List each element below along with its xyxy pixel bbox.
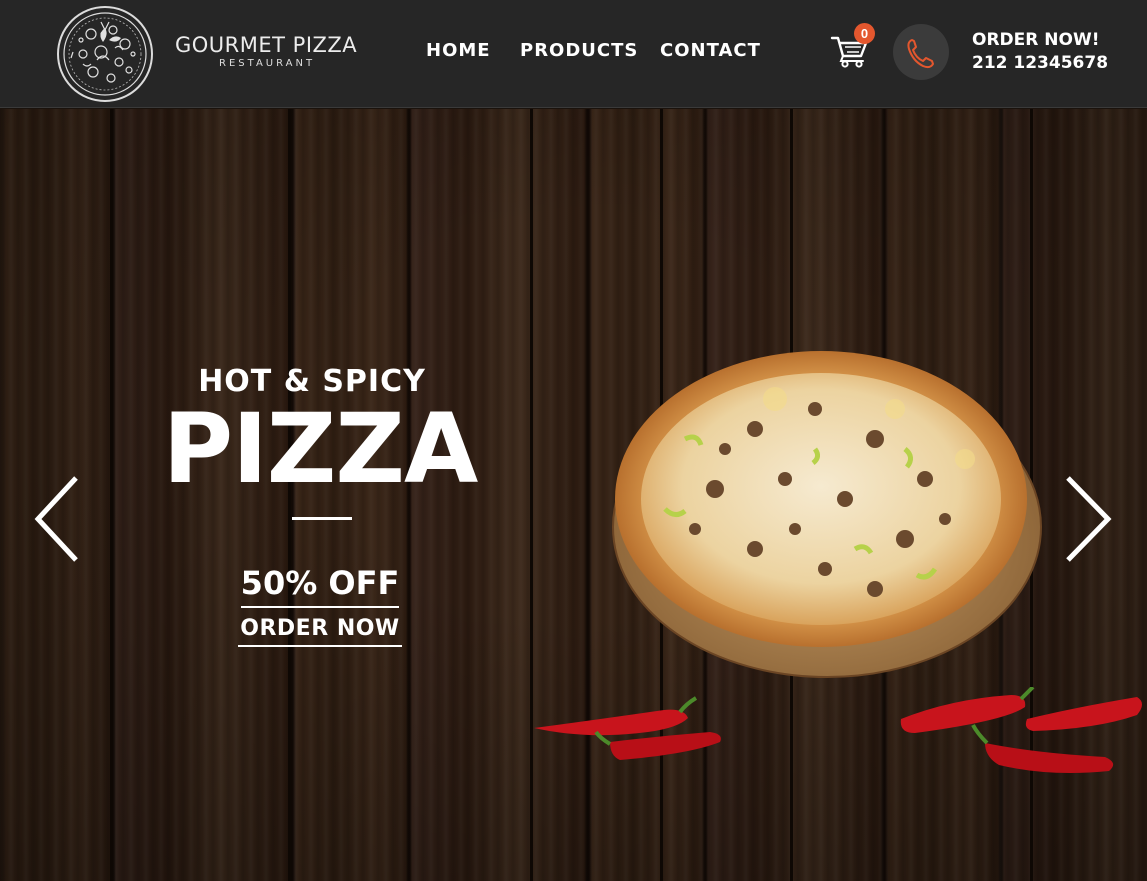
phone-icon[interactable]: [893, 24, 949, 80]
hero-title: PIZZA: [162, 393, 479, 505]
order-contact: ORDER NOW! 212 12345678: [972, 30, 1108, 73]
order-now-button[interactable]: ORDER NOW: [238, 616, 402, 647]
hero-text: HOT & SPICY PIZZA 50% OFF ORDER NOW: [110, 364, 530, 647]
chevron-right-icon[interactable]: [1058, 474, 1118, 564]
hero-offer: 50% OFF: [240, 564, 400, 608]
hero-slider: HOT & SPICY PIZZA 50% OFF ORDER NOW: [0, 109, 1147, 881]
brand[interactable]: GOURMET PIZZA RESTAURANT: [175, 33, 357, 69]
brand-subtitle: RESTAURANT: [219, 58, 316, 69]
nav-contact[interactable]: CONTACT: [660, 40, 761, 61]
site-header: GOURMET PIZZA RESTAURANT HOME PRODUCTS C…: [0, 0, 1147, 108]
brand-name: GOURMET PIZZA: [175, 33, 358, 57]
nav-home[interactable]: HOME: [426, 40, 491, 61]
logo-icon[interactable]: [53, 4, 157, 104]
pizza-image: [605, 339, 1045, 689]
cart-count-badge: 0: [854, 23, 875, 44]
chili-peppers-image: [895, 685, 1147, 787]
nav-products[interactable]: PRODUCTS: [520, 40, 638, 61]
phone-number[interactable]: 212 12345678: [972, 53, 1108, 73]
hero-divider: [292, 517, 352, 520]
chevron-left-icon[interactable]: [30, 474, 90, 564]
chili-peppers-image: [530, 694, 730, 774]
order-now-label: ORDER NOW!: [972, 30, 1100, 50]
